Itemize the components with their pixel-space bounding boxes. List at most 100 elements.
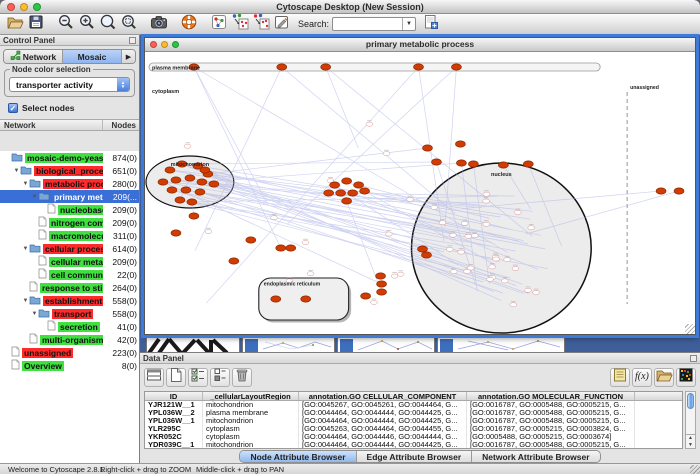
attribute-mode-button[interactable]: [210, 368, 230, 387]
import-attributes-button[interactable]: [654, 368, 674, 387]
attribute-table-button[interactable]: [144, 368, 164, 387]
tree-col-network[interactable]: Network: [0, 120, 103, 130]
table-row[interactable]: YLR295Ccytoplasm[GO:0045263, GO:0044464,…: [145, 425, 682, 433]
select-attributes-button[interactable]: [188, 368, 208, 387]
tree-item-biological-process[interactable]: ▼biological_process651(0): [0, 164, 139, 177]
table-row[interactable]: YPL036W__1mitochondrion[GO:0044464, GO:0…: [145, 417, 682, 425]
background-network-window[interactable]: [337, 336, 435, 353]
layout-edges-button[interactable]: [250, 15, 271, 34]
tree-item-secretion[interactable]: secretion41(0): [0, 320, 139, 333]
table-row[interactable]: YPL036W__2plasma membrane[GO:0044464, GO…: [145, 409, 682, 417]
expand-toggle-icon[interactable]: ▼: [31, 311, 38, 317]
tree-item-overview[interactable]: Overview8(0): [0, 359, 139, 372]
layout-nodes-button[interactable]: [229, 15, 250, 34]
expand-toggle-icon[interactable]: ▼: [13, 168, 20, 174]
tree-item-node-count: 8(0): [103, 361, 139, 371]
background-network-window[interactable]: [146, 336, 240, 353]
folder-icon: [29, 295, 41, 307]
minimize-window-button[interactable]: [20, 3, 28, 11]
tab-overflow-button[interactable]: ▶: [122, 50, 135, 63]
tree-item-mosaic-demo-yeast[interactable]: mosaic-demo-yeast874(0): [0, 151, 139, 164]
open-icon: [6, 13, 24, 36]
tree-item-unassigned[interactable]: unassigned223(0): [0, 346, 139, 359]
network-canvas[interactable]: plasma membranecytoplasmmitochondrionnuc…: [145, 52, 695, 334]
table-cell: YLR295C: [145, 425, 203, 433]
background-network-window[interactable]: [242, 336, 335, 353]
toolbar-separator: [46, 24, 55, 25]
zoom-in-button[interactable]: [76, 15, 97, 34]
help-button[interactable]: [178, 15, 199, 34]
matrix-view-button[interactable]: [676, 368, 696, 387]
tree-item-cell-communicat[interactable]: cell communicat22(0): [0, 268, 139, 281]
background-network-window[interactable]: [437, 336, 565, 353]
close-view-button[interactable]: [150, 41, 157, 48]
new-attribute-button[interactable]: [166, 368, 186, 387]
tree-item-primary-metabo[interactable]: ▼primary metabo209(...: [0, 190, 139, 203]
column-header-4[interactable]: annotation.GO MOLECULAR_FUNCTION: [467, 392, 635, 400]
node-color-dropdown[interactable]: transporter activity ▲▼: [9, 77, 130, 92]
expand-toggle-icon[interactable]: ▼: [31, 194, 38, 200]
app-resize-grip[interactable]: [690, 465, 700, 474]
column-header-1[interactable]: ID: [145, 392, 203, 400]
expand-toggle-icon[interactable]: ▼: [22, 246, 29, 252]
tree-item-macromolecule[interactable]: macromolecule311(0): [0, 229, 139, 242]
select-nodes-label: Select nodes: [22, 103, 74, 113]
column-header-3[interactable]: annotation.GO CELLULAR_COMPONENT: [299, 392, 467, 400]
tab-mosaic[interactable]: Mosaic: [63, 50, 122, 63]
table-row[interactable]: YJR121W__1mitochondrion[GO:0045267, GO:0…: [145, 401, 682, 409]
expand-toggle-icon[interactable]: ▼: [22, 298, 29, 304]
table-scrollbar[interactable]: ▲▼: [685, 391, 696, 449]
zoom-out-button[interactable]: [55, 15, 76, 34]
tree-item-nucleobase-[interactable]: nucleobase-209(0): [0, 203, 139, 216]
import-network-button[interactable]: [420, 15, 441, 34]
tab-network-attribute-browser[interactable]: Network Attribute Browser: [472, 451, 599, 462]
search-dropdown-button[interactable]: ▼: [402, 18, 415, 30]
table-cell: [GO:0016787, GO:0005488, GO:0005215, G..…: [467, 401, 635, 409]
tree-col-nodes[interactable]: Nodes: [103, 120, 139, 130]
snapshot-button[interactable]: [148, 15, 169, 34]
tree-item-establishment-of-lo[interactable]: ▼establishment of lo558(0): [0, 294, 139, 307]
open-button[interactable]: [4, 15, 25, 34]
zoom-selected-button[interactable]: [118, 15, 139, 34]
float-panel-icon[interactable]: [690, 355, 697, 362]
network-view-window[interactable]: primary metabolic process plasma membran…: [144, 37, 696, 335]
tree-item-metabolic-process[interactable]: ▼metabolic process280(0): [0, 177, 139, 190]
tab-node-attribute-browser[interactable]: Node Attribute Browser: [240, 451, 356, 462]
tree-item-response-to-stimulu[interactable]: response to stimulu264(0): [0, 281, 139, 294]
tree-item-nitrogen-compo[interactable]: nitrogen compo209(0): [0, 216, 139, 229]
select-nodes-checkbox[interactable]: ✓: [8, 103, 18, 113]
minimize-view-button[interactable]: [161, 41, 168, 48]
table-row[interactable]: YKR052Ccytoplasm[GO:0044464, GO:0044446,…: [145, 433, 682, 441]
window-resize-grip[interactable]: [685, 324, 695, 334]
column-header-2[interactable]: _cellularLayoutRegion: [203, 392, 299, 400]
network-overview-button[interactable]: [208, 15, 229, 34]
tree-item-transport[interactable]: ▼transport558(0): [0, 307, 139, 320]
tree-item-cellular-process[interactable]: ▼cellular process614(0): [0, 242, 139, 255]
annotation-notes-button[interactable]: [610, 368, 630, 387]
tree-item-multi-organism-pro[interactable]: multi-organism pro42(0): [0, 333, 139, 346]
zoom-fit-button[interactable]: [97, 15, 118, 34]
folder-icon: [29, 243, 41, 255]
tab-network[interactable]: Network: [4, 50, 63, 63]
tab-edge-attribute-browser[interactable]: Edge Attribute Browser: [357, 451, 473, 462]
select-attributes-icon: [189, 366, 207, 389]
save-button[interactable]: [25, 15, 46, 34]
annotate-button[interactable]: [271, 15, 292, 34]
zoom-window-button[interactable]: [33, 3, 41, 11]
scrollbar-arrows[interactable]: ▲▼: [686, 434, 695, 448]
network-window-titlebar[interactable]: primary metabolic process: [145, 38, 695, 52]
scrollbar-thumb[interactable]: [687, 393, 694, 409]
delete-attribute-button[interactable]: [232, 368, 252, 387]
tree-item-node-count: 264(0): [103, 283, 139, 293]
table-cell: [GO:0045263, GO:0044464, GO:0044455, G..…: [299, 425, 467, 433]
table-row[interactable]: YDR039C__1mitochondrion[GO:0044464, GO:0…: [145, 441, 682, 449]
zoom-view-button[interactable]: [172, 41, 179, 48]
attribute-table-header: ID_cellularLayoutRegionannotation.GO CEL…: [145, 392, 682, 401]
search-input[interactable]: ▼: [332, 17, 416, 31]
svg-text:f(x): f(x): [635, 371, 650, 382]
close-window-button[interactable]: [7, 3, 15, 11]
expand-toggle-icon[interactable]: ▼: [22, 181, 29, 187]
float-panel-icon[interactable]: [129, 37, 136, 44]
function-builder-button[interactable]: f(x): [632, 368, 652, 387]
tree-item-cellular-metabo[interactable]: cellular metabo209(0): [0, 255, 139, 268]
